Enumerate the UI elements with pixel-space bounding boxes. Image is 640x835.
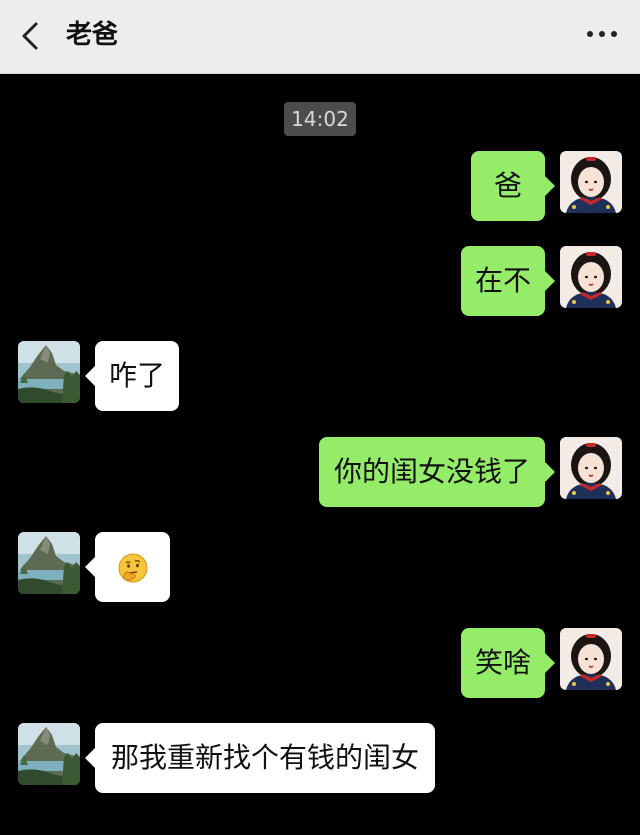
my-avatar[interactable] (560, 628, 622, 690)
message-text: 爸 (493, 169, 522, 202)
thinking-face-emoji (117, 552, 149, 584)
message-list[interactable]: 14:02 爸 在不 咋了 你的闺女没钱了 笑啥 那我重新找个有钱的闺女 (0, 74, 640, 835)
contact-avatar[interactable] (18, 341, 80, 403)
chat-title: 老爸 (66, 20, 119, 50)
contact-avatar[interactable] (18, 723, 80, 785)
message-text: 在不 (474, 264, 531, 297)
message-bubble-sent[interactable]: 爸 (471, 151, 555, 221)
message-text: 那我重新找个有钱的闺女 (110, 741, 419, 774)
message-bubble-received[interactable]: 那我重新找个有钱的闺女 (85, 723, 435, 793)
contact-avatar[interactable] (18, 532, 80, 594)
my-avatar[interactable] (560, 437, 622, 499)
message-bubble-sent[interactable]: 你的闺女没钱了 (319, 437, 555, 507)
message-text: 你的闺女没钱了 (333, 455, 530, 488)
message-text: 笑啥 (474, 646, 531, 679)
message-bubble-received[interactable] (85, 532, 170, 602)
back-button[interactable] (14, 18, 50, 54)
message-timestamp: 14:02 (284, 102, 356, 136)
more-options-button[interactable] (582, 22, 622, 46)
chat-header: 老爸 (0, 0, 640, 74)
chevron-left-icon (22, 22, 38, 50)
message-bubble-sent[interactable]: 在不 (461, 246, 555, 316)
more-dots-icon (587, 31, 617, 37)
message-text: 咋了 (108, 359, 165, 392)
message-bubble-sent[interactable]: 笑啥 (461, 628, 555, 698)
my-avatar[interactable] (560, 151, 622, 213)
my-avatar[interactable] (560, 246, 622, 308)
message-bubble-received[interactable]: 咋了 (85, 341, 179, 411)
